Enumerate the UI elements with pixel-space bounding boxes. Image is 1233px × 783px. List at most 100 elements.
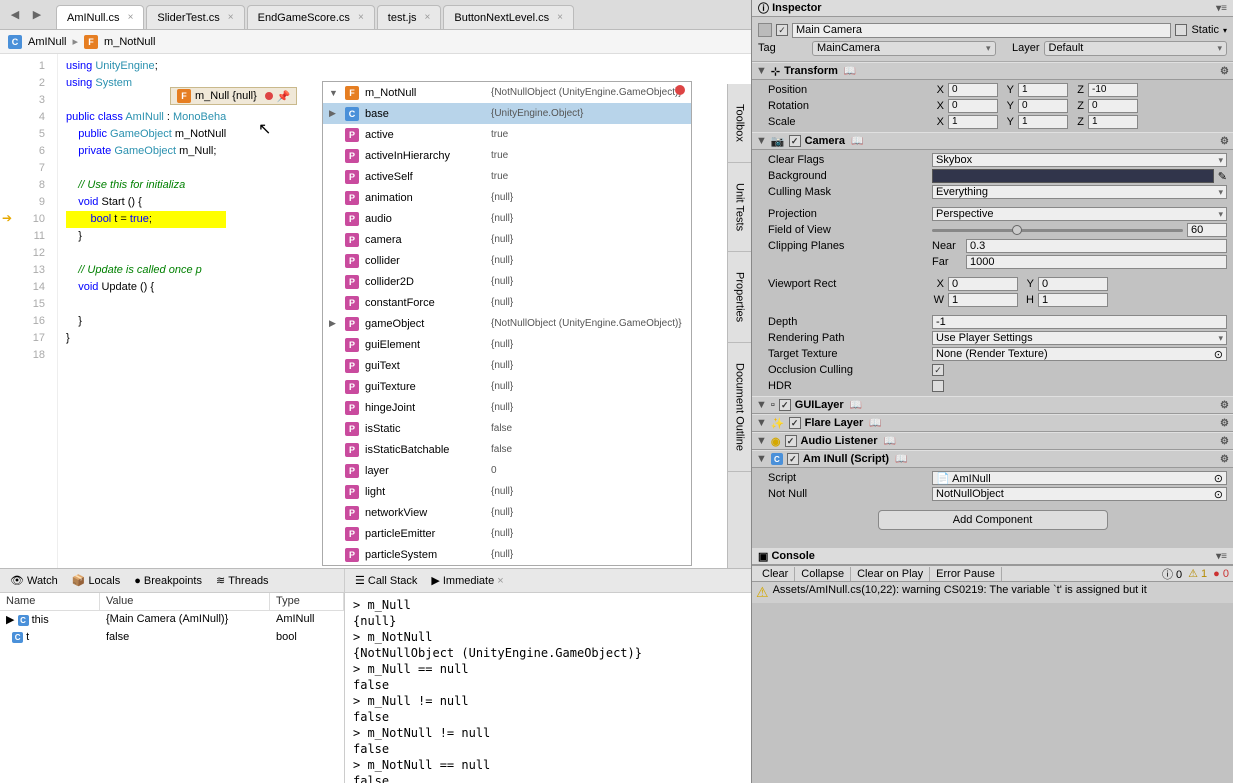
debug-prop-row[interactable]: PguiText{null} — [323, 355, 691, 376]
position-x-input[interactable]: 0 — [948, 83, 998, 97]
gear-icon[interactable]: ⚙ — [1220, 66, 1229, 77]
panel-menu-icon[interactable]: ▾≡ — [1216, 551, 1227, 562]
console-clearonplay-button[interactable]: Clear on Play — [851, 567, 930, 581]
far-clip-input[interactable]: 1000 — [966, 255, 1227, 269]
viewport-w-input[interactable]: 1 — [948, 293, 1018, 307]
debug-prop-row[interactable]: Plight{null} — [323, 481, 691, 502]
debug-prop-row[interactable]: Pcollider2D{null} — [323, 271, 691, 292]
breadcrumb-class[interactable]: AmINull — [28, 36, 67, 48]
nav-back-button[interactable]: ◀ — [4, 0, 26, 29]
tab-watch[interactable]: 👁 Watch — [4, 572, 64, 589]
debug-prop-row[interactable]: Panimation{null} — [323, 187, 691, 208]
help-icon[interactable]: 📖 — [869, 418, 881, 429]
close-icon[interactable]: × — [358, 12, 364, 23]
side-tab-unit-tests[interactable]: Unit Tests — [728, 163, 751, 252]
debug-prop-row[interactable]: ▶PgameObject{NotNullObject (UnityEngine.… — [323, 313, 691, 334]
camera-header[interactable]: ▼📷 Camera 📖 ⚙ — [752, 132, 1233, 150]
help-icon[interactable]: 📖 — [895, 454, 907, 465]
hdr-checkbox[interactable] — [932, 380, 944, 392]
gear-icon[interactable]: ⚙ — [1220, 400, 1229, 411]
gear-icon[interactable]: ⚙ — [1220, 136, 1229, 147]
help-icon[interactable]: 📖 — [884, 436, 896, 447]
immediate-console[interactable]: > m_Null {null} > m_NotNull {NotNullObje… — [345, 593, 751, 783]
debug-prop-row[interactable]: PconstantForce{null} — [323, 292, 691, 313]
add-component-button[interactable]: Add Component — [878, 510, 1108, 530]
fov-input[interactable]: 60 — [1187, 223, 1227, 237]
debug-prop-row[interactable]: PnetworkView{null} — [323, 502, 691, 523]
tab-threads[interactable]: ≋ Threads — [210, 572, 275, 589]
locals-row[interactable]: ▶ C this{Main Camera (AmINull)}AmINull — [0, 611, 344, 629]
debug-prop-row[interactable]: Paudio{null} — [323, 208, 691, 229]
rotation-y-input[interactable]: 0 — [1018, 99, 1068, 113]
debug-prop-row[interactable]: PhingeJoint{null} — [323, 397, 691, 418]
script-enabled-checkbox[interactable] — [787, 453, 799, 465]
debug-prop-row[interactable]: PisStaticfalse — [323, 418, 691, 439]
background-color-field[interactable] — [932, 169, 1214, 183]
rendering-path-dropdown[interactable]: Use Player Settings — [932, 331, 1227, 345]
tab-immediate[interactable]: ▶ Immediate × — [425, 572, 509, 589]
locals-body[interactable]: ▶ C this{Main Camera (AmINull)}AmINull C… — [0, 611, 344, 783]
debug-prop-row[interactable]: PguiElement{null} — [323, 334, 691, 355]
object-name-field[interactable]: Main Camera — [792, 23, 1171, 38]
close-icon[interactable]: × — [557, 12, 563, 23]
side-tab-toolbox[interactable]: Toolbox — [728, 84, 751, 163]
debug-prop-row[interactable]: PisStaticBatchablefalse — [323, 439, 691, 460]
target-texture-field[interactable]: None (Render Texture)⊙ — [932, 347, 1227, 361]
breadcrumb-field[interactable]: m_NotNull — [104, 36, 155, 48]
console-clear-button[interactable]: Clear — [756, 567, 795, 581]
gear-icon[interactable]: ⚙ — [1220, 418, 1229, 429]
pin-icon[interactable]: 📌 — [277, 90, 291, 103]
audio-enabled-checkbox[interactable] — [785, 435, 797, 447]
debug-prop-row[interactable]: Player0 — [323, 460, 691, 481]
eyedropper-icon[interactable]: ✎ — [1218, 170, 1227, 183]
static-checkbox[interactable] — [1175, 24, 1187, 36]
viewport-y-input[interactable]: 0 — [1038, 277, 1108, 291]
close-icon[interactable]: × — [128, 12, 134, 23]
nav-fwd-button[interactable]: ▶ — [26, 0, 48, 29]
tab-breakpoints[interactable]: ● Breakpoints — [128, 573, 208, 589]
debug-prop-row[interactable]: Pcamera{null} — [323, 229, 691, 250]
tab-aminull[interactable]: AmINull.cs× — [56, 5, 144, 29]
notnull-field[interactable]: NotNullObject⊙ — [932, 487, 1227, 501]
panel-menu-icon[interactable]: ▾≡ — [1216, 3, 1227, 14]
console-errorpause-button[interactable]: Error Pause — [930, 567, 1002, 581]
debug-prop-row[interactable]: PguiTexture{null} — [323, 376, 691, 397]
error-count[interactable]: ● 0 — [1213, 568, 1229, 580]
tab-buttonnextlevel[interactable]: ButtonNextLevel.cs× — [443, 5, 574, 29]
rotation-z-input[interactable]: 0 — [1088, 99, 1138, 113]
rotation-x-input[interactable]: 0 — [948, 99, 998, 113]
side-tab-properties[interactable]: Properties — [728, 252, 751, 343]
debug-prop-row[interactable]: PactiveInHierarchytrue — [323, 145, 691, 166]
scale-x-input[interactable]: 1 — [948, 115, 998, 129]
script-field[interactable]: 📄 AmINull⊙ — [932, 471, 1227, 485]
tab-endgamescore[interactable]: EndGameScore.cs× — [247, 5, 375, 29]
code-body[interactable]: using UnityEngine;using System public cl… — [58, 54, 226, 568]
debug-tooltip[interactable]: F m_Null {null} 📌 — [170, 87, 297, 105]
script-header[interactable]: ▼CAm INull (Script)📖⚙ — [752, 450, 1233, 468]
flare-enabled-checkbox[interactable] — [789, 417, 801, 429]
tab-callstack[interactable]: ☰ Call Stack — [349, 572, 423, 589]
camera-enabled-checkbox[interactable] — [789, 135, 801, 147]
occlusion-checkbox[interactable] — [932, 364, 944, 376]
fov-slider[interactable] — [932, 229, 1183, 232]
locals-row[interactable]: C tfalsebool — [0, 629, 344, 647]
viewport-h-input[interactable]: 1 — [1038, 293, 1108, 307]
debug-prop-row[interactable]: Pactivetrue — [323, 124, 691, 145]
console-collapse-button[interactable]: Collapse — [795, 567, 851, 581]
debug-prop-row[interactable]: ▶Cbase{UnityEngine.Object} — [323, 103, 691, 124]
active-checkbox[interactable] — [776, 24, 788, 36]
position-y-input[interactable]: 1 — [1018, 83, 1068, 97]
scale-z-input[interactable]: 1 — [1088, 115, 1138, 129]
near-clip-input[interactable]: 0.3 — [966, 239, 1227, 253]
tab-testjs[interactable]: test.js× — [377, 5, 442, 29]
debug-prop-row[interactable]: Pcollider{null} — [323, 250, 691, 271]
audio-header[interactable]: ▼◉Audio Listener📖⚙ — [752, 432, 1233, 450]
help-icon[interactable]: 📖 — [844, 66, 856, 77]
info-count[interactable]: ⓘ 0 — [1162, 566, 1182, 582]
tab-locals[interactable]: 📦 Locals — [66, 572, 127, 589]
position-z-input[interactable]: -10 — [1088, 83, 1138, 97]
projection-dropdown[interactable]: Perspective — [932, 207, 1227, 221]
transform-header[interactable]: ▼⊹ Transform 📖 ⚙ — [752, 62, 1233, 80]
scale-y-input[interactable]: 1 — [1018, 115, 1068, 129]
layer-dropdown[interactable]: Default — [1044, 41, 1228, 56]
